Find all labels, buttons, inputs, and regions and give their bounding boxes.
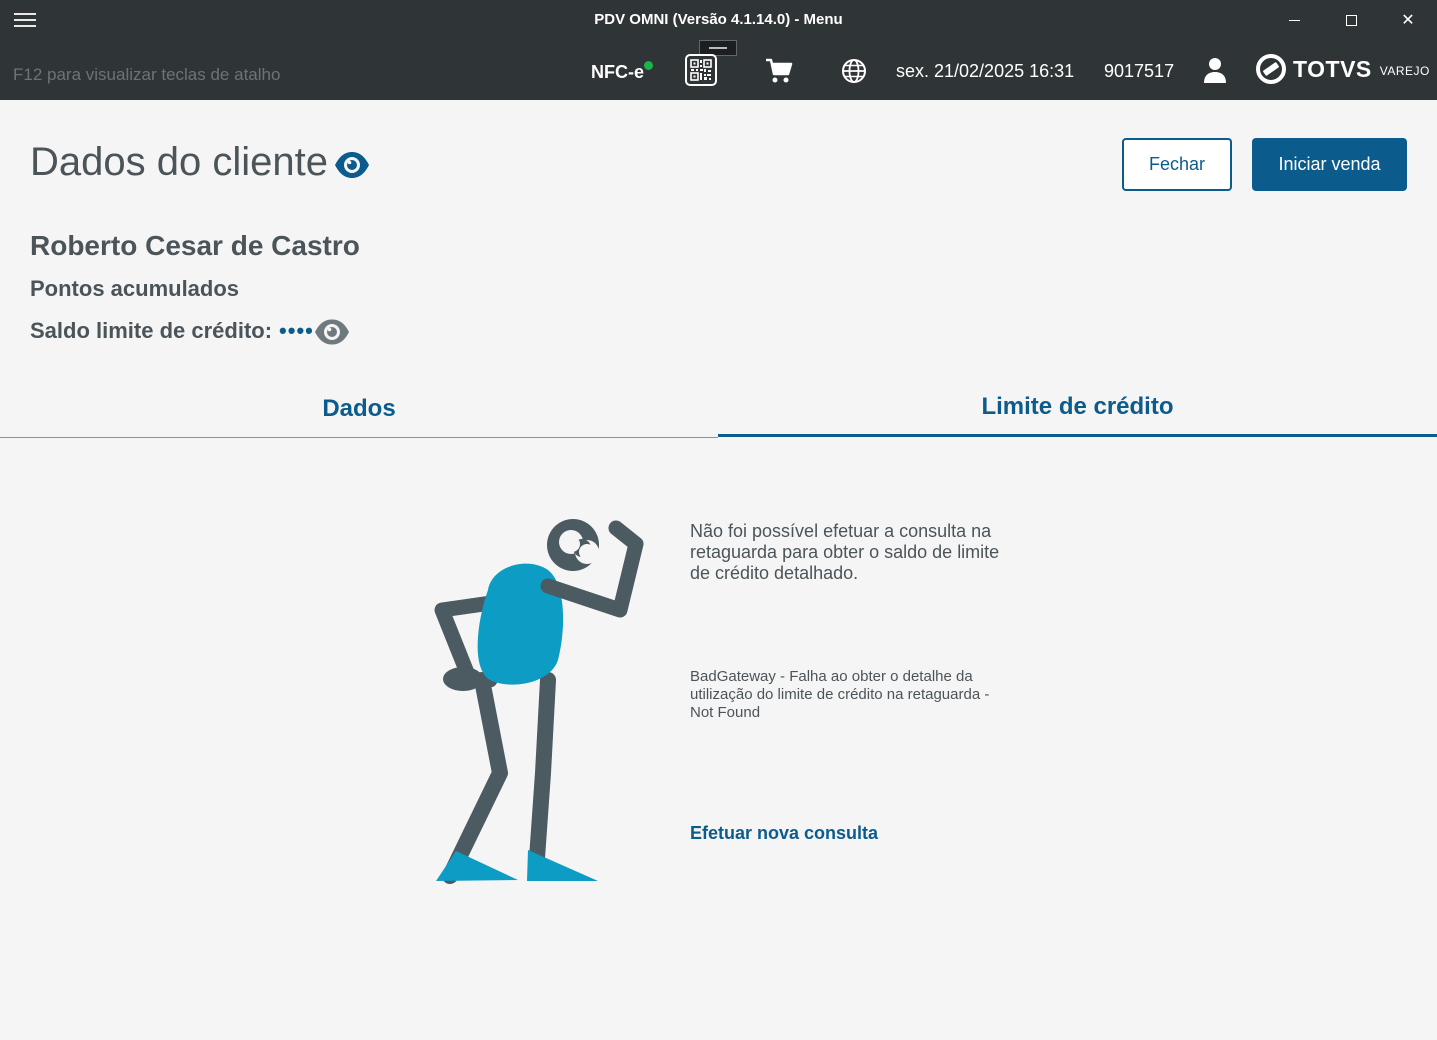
minimize-icon[interactable]: [1271, 6, 1317, 34]
start-sale-button[interactable]: Iniciar venda: [1252, 138, 1407, 191]
credit-balance-row: Saldo limite de crédito: ••••: [30, 318, 314, 344]
close-button[interactable]: Fechar: [1122, 138, 1232, 191]
error-message: Não foi possível efetuar a consulta na r…: [690, 521, 1000, 583]
points-label: Pontos acumulados: [30, 276, 240, 301]
eye-icon[interactable]: [314, 318, 350, 346]
shortcut-hint: F12 para visualizar teclas de atalho: [13, 65, 281, 84]
error-detail: BadGateway - Falha ao obter o detalhe da…: [690, 668, 990, 721]
totvs-logo: TOTVS VAREJO: [1255, 53, 1430, 85]
nfce-status-dot: [644, 61, 653, 70]
maximize-icon[interactable]: [1328, 6, 1374, 34]
nfce-label: NFC-e: [591, 62, 644, 82]
customer-name: Roberto Cesar de Castro: [30, 230, 360, 261]
app-header: PDV OMNI (Versão 4.1.14.0) - Menu ✕ F12 …: [0, 0, 1437, 100]
qr-code-icon[interactable]: [685, 54, 717, 86]
operator-code: 9017517: [1104, 61, 1175, 81]
user-icon[interactable]: [1202, 56, 1228, 84]
logo-subtext: VAREJO: [1379, 64, 1430, 78]
tab-limite-de-credito[interactable]: Limite de crédito: [718, 380, 1437, 437]
eye-icon[interactable]: [334, 150, 370, 180]
credit-masked-value: ••••: [279, 318, 314, 343]
datetime-display: sex. 21/02/2025 16:31: [896, 61, 1075, 81]
window-title: PDV OMNI (Versão 4.1.14.0) - Menu: [594, 11, 843, 28]
credit-label: Saldo limite de crédito:: [30, 318, 273, 343]
close-icon[interactable]: ✕: [1385, 6, 1431, 34]
globe-icon[interactable]: [840, 57, 868, 85]
error-illustration: [430, 508, 660, 888]
retry-link[interactable]: Efetuar nova consulta: [690, 823, 878, 844]
logo-text: TOTVS: [1293, 55, 1372, 82]
cart-icon[interactable]: [764, 56, 794, 86]
tab-dados[interactable]: Dados: [0, 380, 718, 438]
totvs-logo-icon: [1256, 54, 1286, 84]
page-title: Dados do cliente: [30, 140, 328, 184]
